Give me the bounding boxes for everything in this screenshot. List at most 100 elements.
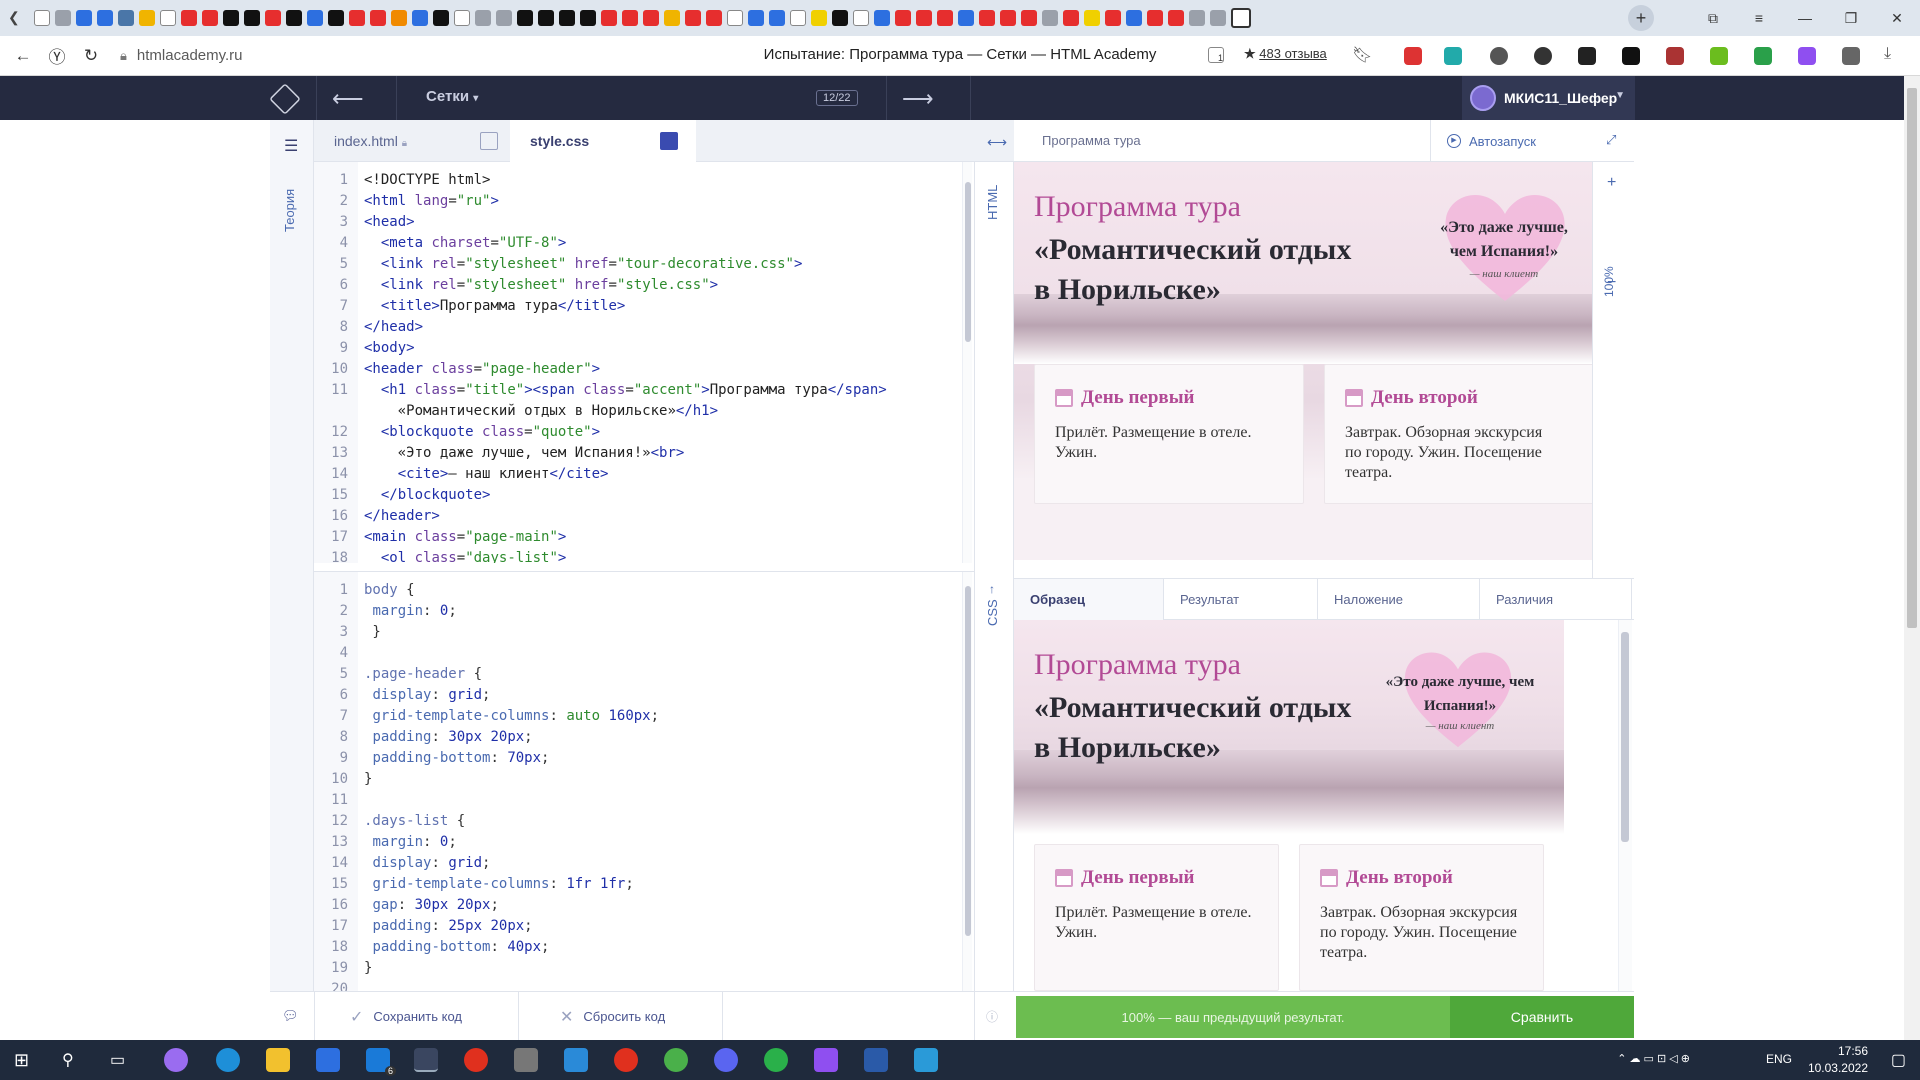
tab-icon[interactable]	[580, 10, 596, 26]
code-line[interactable]: 15 grid-template-columns: 1fr 1fr;	[314, 874, 974, 895]
page-scrollbar[interactable]	[1904, 76, 1920, 1040]
reviews-link[interactable]: ★ 483 отзыва	[1244, 46, 1327, 62]
code-line[interactable]: 19}	[314, 958, 974, 979]
notifications-icon[interactable]: ▢	[1891, 1050, 1906, 1070]
tab-icon[interactable]	[853, 10, 869, 26]
section-selector[interactable]: Сетки ▾	[426, 88, 478, 105]
tab-icon[interactable]	[622, 10, 638, 26]
user-menu[interactable]: МКИС11_Шефер ▼	[1462, 76, 1635, 120]
download-extension-icon[interactable]	[1710, 47, 1728, 65]
extension-icon[interactable]	[1490, 47, 1508, 65]
tab-icon[interactable]	[139, 10, 155, 26]
new-tab-button[interactable]: +	[1628, 5, 1654, 31]
tab-icon[interactable]	[727, 10, 743, 26]
code-line[interactable]: 4 <meta charset="UTF-8">	[314, 233, 974, 254]
tab-icon[interactable]	[34, 10, 50, 26]
twitch-icon[interactable]	[1798, 47, 1816, 65]
code-line[interactable]: 3 }	[314, 622, 974, 643]
scroll-thumb[interactable]	[965, 586, 971, 936]
tab-icon[interactable]	[832, 10, 848, 26]
code-line[interactable]: 7 grid-template-columns: auto 160px;	[314, 706, 974, 727]
tab-icon[interactable]	[244, 10, 260, 26]
language-indicator[interactable]: ENG	[1766, 1052, 1792, 1066]
tab-icon[interactable]	[559, 10, 575, 26]
save-code-button[interactable]: ✓ Сохранить код	[350, 992, 462, 1041]
panel-toggle-icon[interactable]	[480, 132, 498, 150]
code-line[interactable]: 13 «Это даже лучше, чем Испания!»<br>	[314, 443, 974, 464]
tab-index-html[interactable]: index.html 🔒︎	[314, 120, 510, 162]
code-line[interactable]: 17 padding: 25px 20px;	[314, 916, 974, 937]
tab-icon[interactable]	[454, 10, 470, 26]
explorer-icon[interactable]	[266, 1048, 290, 1072]
yandex-browser-active-icon[interactable]	[414, 1048, 438, 1072]
calculator-icon[interactable]	[514, 1048, 538, 1072]
code-line[interactable]: 7 <title>Программа тура</title>	[314, 296, 974, 317]
app-icon[interactable]	[914, 1048, 938, 1072]
code-line[interactable]: 10 <header class="page-header">	[314, 359, 974, 380]
tab-difference[interactable]: Различия	[1480, 579, 1632, 621]
tab-icon[interactable]	[55, 10, 71, 26]
code-line[interactable]: 15 </blockquote>	[314, 485, 974, 506]
code-line[interactable]: 20	[314, 979, 974, 991]
telegram-icon[interactable]	[664, 1048, 688, 1072]
tab-style-css[interactable]: style.css	[510, 120, 696, 162]
tab-sample[interactable]: Образец	[1014, 579, 1164, 621]
code-line[interactable]: «Романтический отдых в Норильске»</h1>	[314, 401, 974, 422]
code-line[interactable]: 8 padding: 30px 20px;	[314, 727, 974, 748]
tab-icon[interactable]	[790, 10, 806, 26]
tab-icon[interactable]	[328, 10, 344, 26]
tab-result[interactable]: Результат	[1164, 579, 1318, 621]
tab-icon[interactable]	[307, 10, 323, 26]
tab-icon[interactable]	[1042, 10, 1058, 26]
tab-icon[interactable]	[664, 10, 680, 26]
extension-icon[interactable]	[1534, 47, 1552, 65]
code-line[interactable]: 1 <!DOCTYPE html>	[314, 170, 974, 191]
menu-burger-icon[interactable]: ☰	[284, 136, 298, 156]
code-line[interactable]: 16 gap: 30px 20px;	[314, 895, 974, 916]
tab-overlay[interactable]: Наложение	[1318, 579, 1480, 621]
code-line[interactable]: 16 </header>	[314, 506, 974, 527]
tab-icon[interactable]	[1210, 10, 1226, 26]
prev-arrow-icon[interactable]: ⟵	[332, 86, 364, 112]
code-line[interactable]: 5 .page-header {	[314, 664, 974, 685]
search-icon[interactable]: ⚲	[62, 1050, 74, 1070]
code-line[interactable]: 12 .days-list {	[314, 811, 974, 832]
extension-icon[interactable]	[1754, 47, 1772, 65]
code-line[interactable]: 3 <head>	[314, 212, 974, 233]
tab-icon[interactable]	[1021, 10, 1037, 26]
tab-icon[interactable]	[97, 10, 113, 26]
chat-icon[interactable]: 💬︎	[282, 1008, 299, 1024]
opera-icon[interactable]	[614, 1048, 638, 1072]
tabs-count-icon[interactable]: 1	[1208, 47, 1224, 63]
code-line[interactable]: 5 <link rel="stylesheet" href="tour-deco…	[314, 254, 974, 275]
scroll-thumb[interactable]	[1621, 632, 1629, 842]
arrow-up-icon[interactable]: ↑	[989, 582, 995, 596]
html-editor[interactable]: 1 <!DOCTYPE html> 2 <html lang="ru"> 3 <hea…	[314, 162, 974, 563]
discord-icon[interactable]	[714, 1048, 738, 1072]
tab-icon[interactable]	[769, 10, 785, 26]
css-editor[interactable]: 1 body { 2 margin: 0; 3 } 4 5 .page-header…	[314, 571, 974, 991]
tab-icon[interactable]	[475, 10, 491, 26]
code-line[interactable]: 14 <cite>— наш клиент</cite>	[314, 464, 974, 485]
tab-icon[interactable]	[1063, 10, 1079, 26]
tab-icon[interactable]	[1000, 10, 1016, 26]
windows-start-icon[interactable]: ⊞	[14, 1050, 29, 1071]
tab-scroll-left-icon[interactable]: ❮	[8, 9, 20, 26]
tab-icon[interactable]	[496, 10, 512, 26]
whatsapp-icon[interactable]	[764, 1048, 788, 1072]
code-line[interactable]: 9 <body>	[314, 338, 974, 359]
code-line[interactable]: 17 <main class="page-main">	[314, 527, 974, 548]
tab-icon[interactable]	[517, 10, 533, 26]
code-line[interactable]: 18 <ol class="days-list">	[314, 548, 974, 563]
tab-icon[interactable]	[181, 10, 197, 26]
extensions-icon[interactable]	[1842, 47, 1860, 65]
task-view-icon[interactable]: ▭	[110, 1050, 125, 1070]
tab-icon[interactable]	[1126, 10, 1142, 26]
tab-icon[interactable]	[286, 10, 302, 26]
store-icon[interactable]	[316, 1048, 340, 1072]
css-scrollbar[interactable]	[962, 572, 972, 991]
code-line[interactable]: 6 <link rel="stylesheet" href="style.css…	[314, 275, 974, 296]
tray-icons[interactable]: ⌃ ☁ ▭ ⊡ ◁ ⊕	[1617, 1052, 1690, 1065]
sample-scrollbar[interactable]	[1618, 620, 1632, 991]
tab-icon[interactable]	[265, 10, 281, 26]
